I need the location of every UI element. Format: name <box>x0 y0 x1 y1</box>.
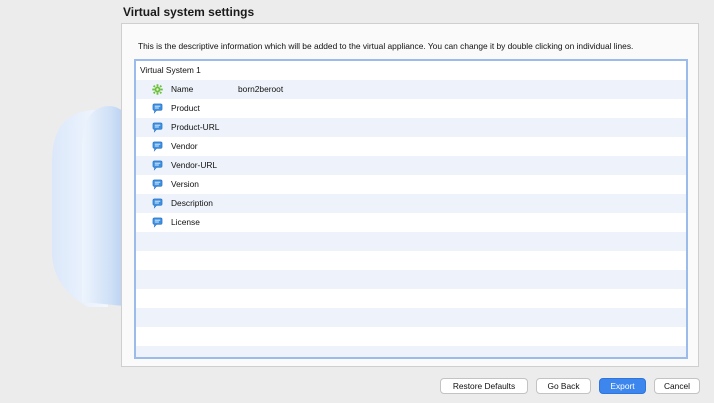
settings-panel: This is the descriptive information whic… <box>121 23 699 367</box>
speech-bubble-icon <box>152 217 163 228</box>
property-row-license[interactable]: License <box>136 213 686 232</box>
property-label: Product <box>171 103 200 113</box>
page-title: Virtual system settings <box>123 5 255 19</box>
empty-row <box>136 232 686 251</box>
property-row-vendor[interactable]: Vendor <box>136 137 686 156</box>
speech-bubble-icon <box>152 122 163 133</box>
cancel-button[interactable]: Cancel <box>654 378 700 394</box>
property-row-product[interactable]: Product <box>136 99 686 118</box>
speech-bubble-icon <box>152 198 163 209</box>
property-label: Vendor <box>171 141 198 151</box>
property-label: License <box>171 217 200 227</box>
empty-row <box>136 251 686 270</box>
property-row-vendor-url[interactable]: Vendor-URL <box>136 156 686 175</box>
property-label: Name <box>171 84 194 94</box>
description-text: This is the descriptive information whic… <box>138 41 634 51</box>
tree-root-label: Virtual System 1 <box>140 65 201 75</box>
empty-row <box>136 270 686 289</box>
property-row-version[interactable]: Version <box>136 175 686 194</box>
restore-defaults-button[interactable]: Restore Defaults <box>440 378 528 394</box>
virtual-system-tree[interactable]: Virtual System 1 Name born2beroot Produc… <box>134 59 688 359</box>
empty-row <box>136 308 686 327</box>
empty-row <box>136 346 686 357</box>
speech-bubble-icon <box>152 141 163 152</box>
speech-bubble-icon <box>152 179 163 190</box>
gear-icon <box>152 84 163 95</box>
property-label: Version <box>171 179 199 189</box>
speech-bubble-icon <box>152 103 163 114</box>
property-label: Description <box>171 198 213 208</box>
property-label: Product-URL <box>171 122 220 132</box>
property-row-description[interactable]: Description <box>136 194 686 213</box>
property-row-name[interactable]: Name born2beroot <box>136 80 686 99</box>
go-back-button[interactable]: Go Back <box>536 378 591 394</box>
empty-row <box>136 327 686 346</box>
empty-row <box>136 289 686 308</box>
property-row-product-url[interactable]: Product-URL <box>136 118 686 137</box>
tree-root-row[interactable]: Virtual System 1 <box>136 61 686 80</box>
export-button[interactable]: Export <box>599 378 646 394</box>
property-value[interactable]: born2beroot <box>238 80 283 99</box>
property-label: Vendor-URL <box>171 160 218 170</box>
speech-bubble-icon <box>152 160 163 171</box>
